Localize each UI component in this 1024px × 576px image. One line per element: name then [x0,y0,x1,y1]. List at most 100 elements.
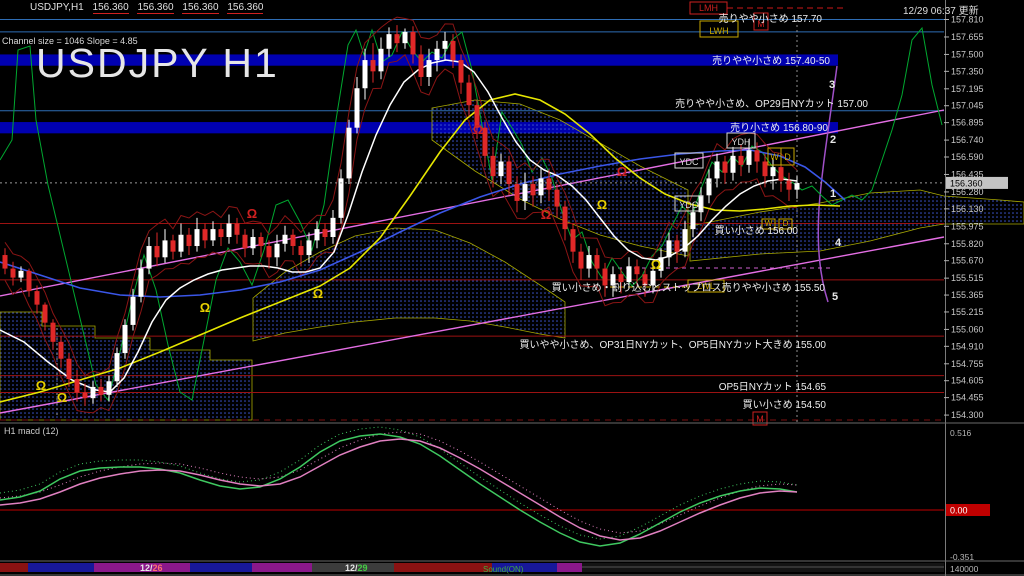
candle-body [298,246,304,256]
candle-body [170,240,176,252]
kumo-cloud [252,227,566,342]
omega-marker-yellow: Ω [651,257,661,272]
pivot-box-label: YDO [679,200,699,210]
candle-body [418,54,424,77]
price-tick: 156.590 [951,152,984,162]
price-tick: 154.300 [951,410,984,420]
session-segment [28,563,94,572]
wave-number: 5 [832,291,838,303]
candle-body [442,40,448,49]
candle-body [34,291,40,305]
candle-body [762,161,768,177]
candle-body [458,60,464,83]
price-tick: 157.655 [951,32,984,42]
page-title: USDJPY H1 [36,40,279,86]
quote-high: 156.360 [137,2,174,14]
candle-body [778,167,784,181]
candle-body [274,243,280,258]
candle-body [746,150,752,165]
quote-bar: USDJPY,H1 156.360 156.360 156.360 156.36… [30,2,264,14]
price-tick: 157.045 [951,101,984,111]
candle-body [354,88,360,128]
candle-body [514,184,520,201]
trade-note: OP5日NYカット 154.65 [719,381,827,393]
session-bar: 12/26 12/29 Sound(ON) [0,563,944,574]
trade-note: 売りやや小さめ、OP29日NYカット 157.00 [675,97,868,110]
candle-body [290,234,296,247]
omega-marker-red: Ω [617,164,627,179]
omega-marker-red: Ω [541,207,551,222]
trade-note: 売りやや小さめ 157.70 [719,12,823,25]
pivot-box-label: YDC [679,157,699,167]
candle-body [362,60,368,89]
mt4-chart-window: LMH M LWH YDH YDC YDO W D W D LWL M Ω Ω Ω Ω Ω Ω Ω Ω Ω Ω 1 2 3 4 5 売… [0,0,1024,576]
ichimoku-clouds [0,99,1024,421]
omega-marker-yellow: Ω [36,378,46,393]
price-tick: 155.515 [951,273,984,283]
candle-body [498,161,504,177]
trade-note: 買い小さめ・割り込むとストップロス売りやや小さめ 155.50 [552,281,826,294]
price-tick: 154.605 [951,376,984,386]
candle-body [346,127,352,179]
candle-body [202,229,208,241]
candle-body [66,358,72,380]
candle-body [714,161,720,179]
candle-body [178,234,184,252]
candle-body [578,251,584,269]
zone-band [0,122,838,134]
candle-body [538,178,544,196]
omega-marker-yellow: Ω [200,300,210,315]
omega-marker-red: Ω [473,122,483,137]
quote-low: 156.360 [182,2,219,14]
price-tick: 157.195 [951,84,984,94]
price-tick: 156.740 [951,135,984,145]
price-tick: 157.500 [951,49,984,59]
candle-body [754,150,760,162]
candle-body [106,381,112,395]
candle-body [138,268,144,297]
omega-marker-red: Ω [247,206,257,221]
candle-body [402,31,408,44]
symbol-timeframe: USDJPY,H1 [30,2,84,13]
last-updated: 12/29 06:37 更新 [903,6,979,17]
wave-number: 2 [830,134,836,146]
candle-body [26,270,32,292]
candle-body [10,268,16,278]
price-tick: 156.895 [951,118,984,128]
trade-note: 買いやや小さめ、OP31日NYカット、OP5日NYカット大きめ 155.00 [519,338,826,351]
price-tick: 154.755 [951,359,984,369]
candle-body [218,229,224,238]
omega-marker-yellow: Ω [57,390,67,405]
candle-body [250,237,256,249]
trade-note: 売り小さめ 156.80-90 [730,121,828,134]
wave-number: 3 [829,79,835,91]
candle-body [666,240,672,258]
candle-body [690,212,696,230]
candle-body [490,155,496,177]
quote-close: 156.360 [227,2,264,14]
candle-body [794,182,800,190]
quote-open: 156.360 [92,2,129,14]
macd-axis-tick: -0.351 [950,552,974,562]
price-tick: 155.820 [951,239,984,249]
trade-note: 買い小さめ 156.00 [715,225,799,237]
candle-body [186,234,192,247]
candle-body [162,240,168,258]
price-tick: 155.975 [951,221,984,231]
candle-body [410,31,416,55]
candle-body [90,386,96,399]
session-segment [190,563,252,572]
price-tick: 155.670 [951,256,984,266]
candle-body [306,240,312,256]
candle-body [122,324,128,354]
macd-main-line [0,433,798,547]
macd-zero-value: 0.00 [950,506,968,516]
candle-body [146,246,152,269]
wave-number: 4 [835,237,842,249]
price-tick: 157.350 [951,66,984,76]
macd-main-dotted [0,426,798,540]
trade-note: 売りやや小さめ 157.40-50 [712,54,830,67]
candle-body [378,48,384,72]
candle-body [682,229,688,252]
candle-body [370,60,376,72]
